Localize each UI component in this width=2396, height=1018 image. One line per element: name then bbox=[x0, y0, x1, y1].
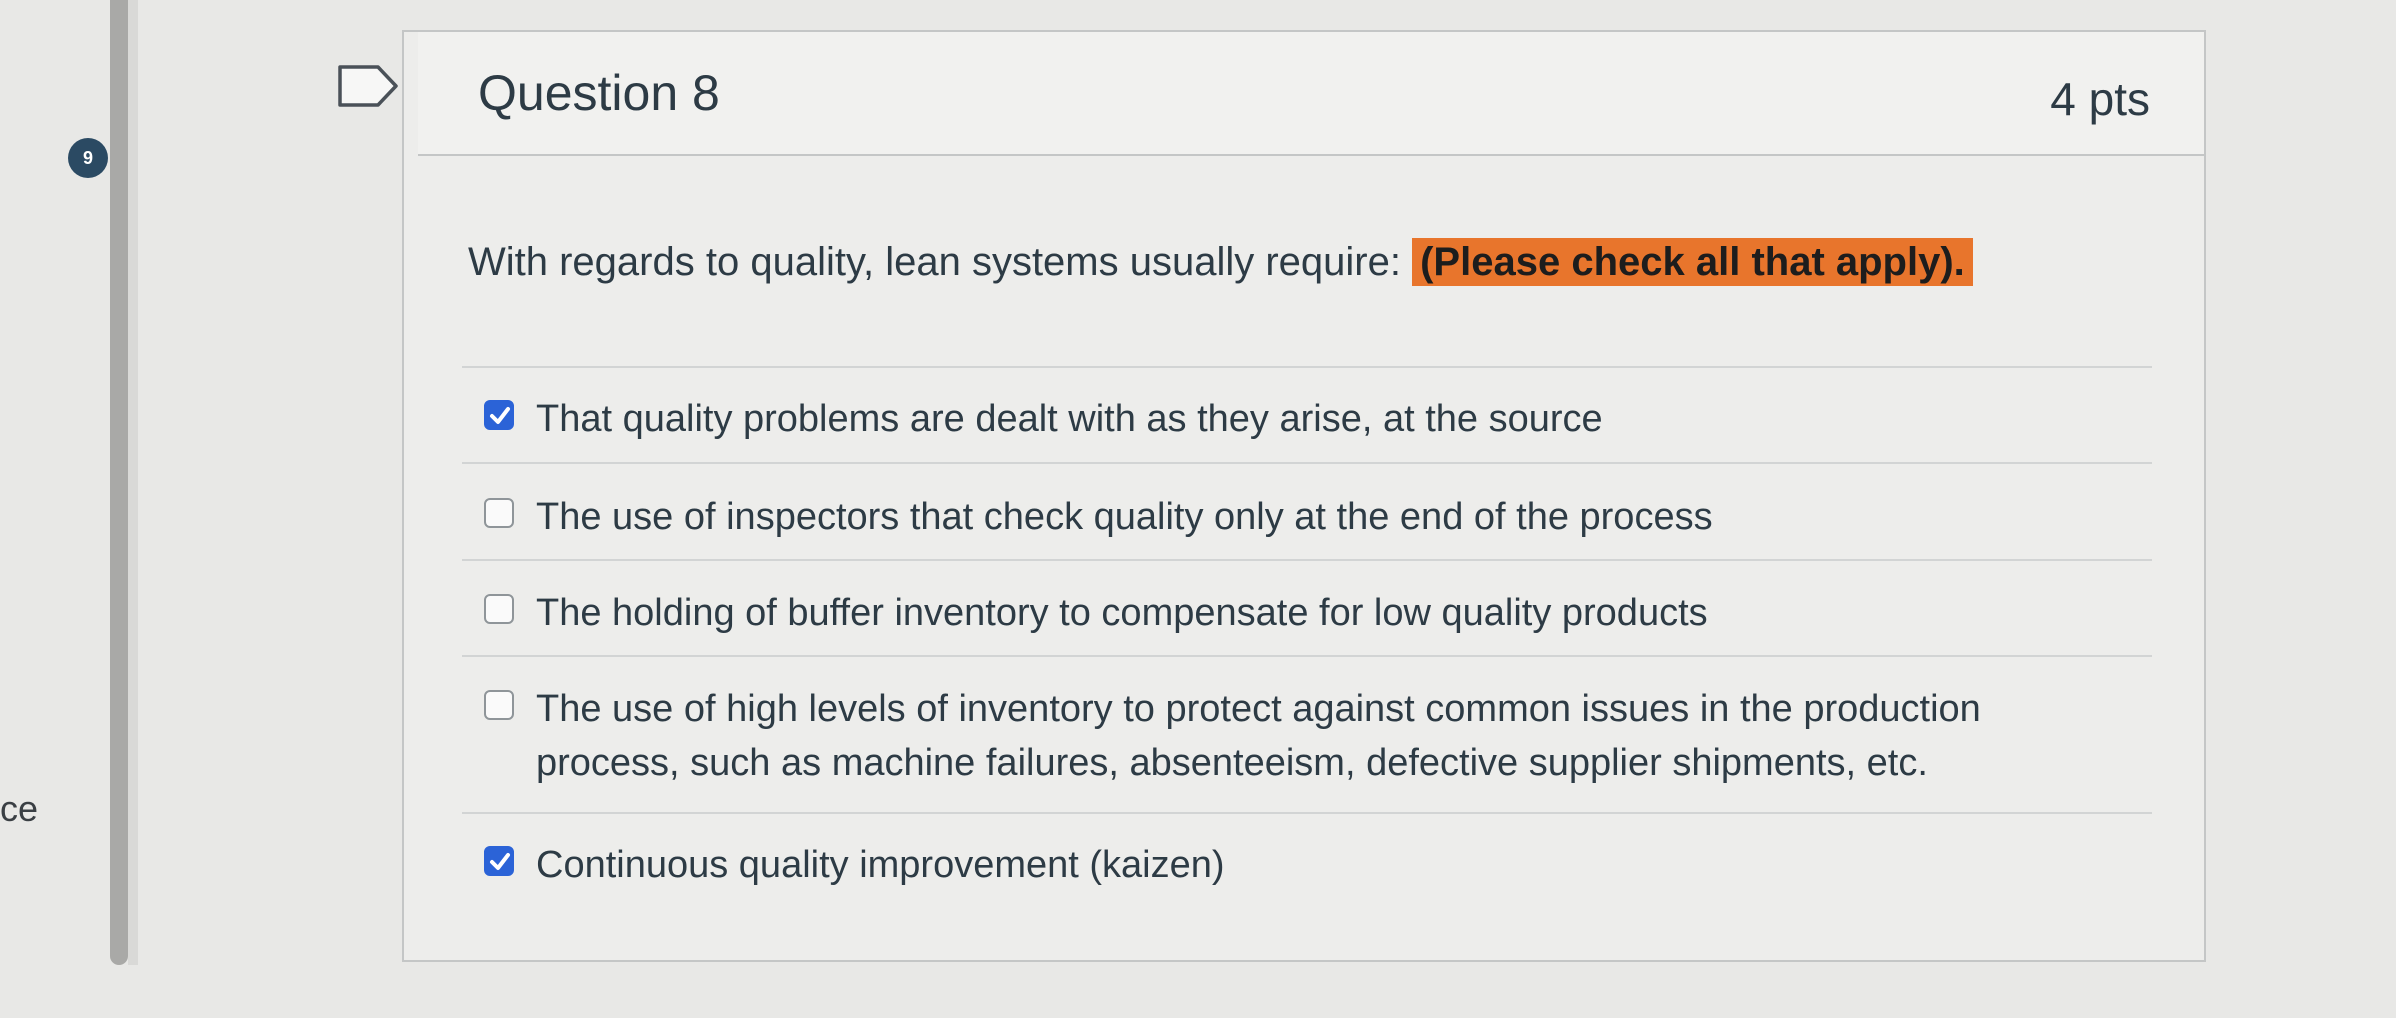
question-nav-badge[interactable]: 9 bbox=[68, 138, 108, 178]
answer-checkbox-4[interactable] bbox=[484, 690, 514, 720]
question-points: 4 pts bbox=[2050, 73, 2150, 125]
answer-divider bbox=[462, 462, 2152, 464]
left-scroll-rail bbox=[110, 0, 128, 965]
question-title: Question 8 bbox=[478, 65, 720, 121]
left-rail-shadow bbox=[128, 0, 138, 965]
question-prompt-text: With regards to quality, lean systems us… bbox=[468, 240, 1413, 284]
answer-option-3[interactable]: The holding of buffer inventory to compe… bbox=[484, 586, 2144, 640]
answer-option-2[interactable]: The use of inspectors that check quality… bbox=[484, 490, 2144, 544]
answer-label-4: The use of high levels of inventory to p… bbox=[536, 688, 1981, 784]
answer-label-1: That quality problems are dealt with as … bbox=[536, 398, 1603, 440]
checkmark-icon bbox=[490, 407, 510, 424]
answer-label-2: The use of inspectors that check quality… bbox=[536, 496, 1713, 538]
question-header: Question 8 4 pts bbox=[418, 32, 2204, 156]
answer-checkbox-3[interactable] bbox=[484, 594, 514, 624]
answer-checkbox-2[interactable] bbox=[484, 498, 514, 528]
answers-top-divider bbox=[462, 366, 2152, 368]
answer-label-3: The holding of buffer inventory to compe… bbox=[536, 592, 1708, 634]
question-card: Question 8 4 pts With regards to quality… bbox=[402, 30, 2206, 962]
checkmark-icon bbox=[490, 853, 510, 870]
answer-option-5[interactable]: Continuous quality improvement (kaizen) bbox=[484, 838, 2144, 892]
answer-checkbox-5[interactable] bbox=[484, 846, 514, 876]
sidebar-edge-text: ce bbox=[0, 788, 39, 829]
flag-bookmark-icon[interactable] bbox=[336, 62, 402, 110]
answer-label-5: Continuous quality improvement (kaizen) bbox=[536, 844, 1225, 886]
question-prompt-highlight: (Please check all that apply). bbox=[1412, 238, 1973, 286]
answer-divider bbox=[462, 559, 2152, 561]
question-prompt: With regards to quality, lean systems us… bbox=[468, 238, 1973, 286]
answer-checkbox-1[interactable] bbox=[484, 400, 514, 430]
answer-option-1[interactable]: That quality problems are dealt with as … bbox=[484, 392, 2144, 446]
answer-divider bbox=[462, 655, 2152, 657]
answer-option-4[interactable]: The use of high levels of inventory to p… bbox=[484, 682, 2004, 790]
answer-divider bbox=[462, 812, 2152, 814]
